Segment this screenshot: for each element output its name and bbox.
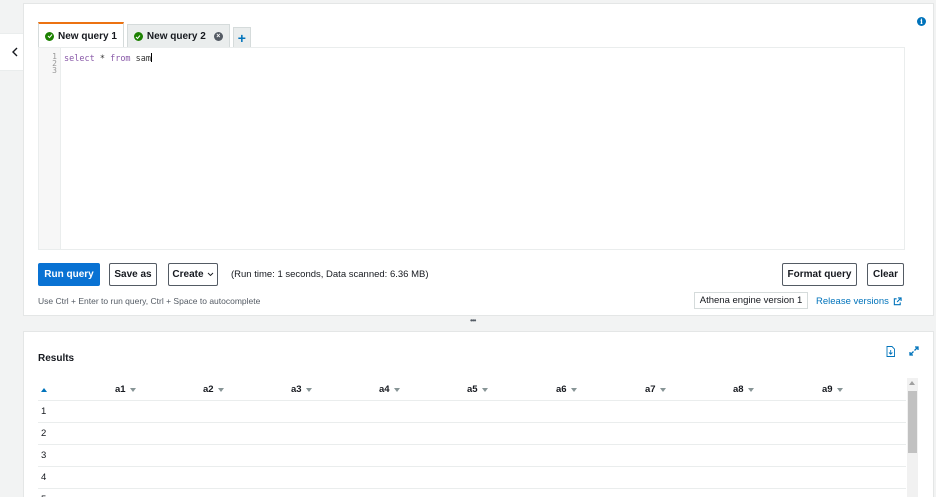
success-check-icon xyxy=(45,31,54,41)
query-editor-panel: i New query 1 New query 2 × + 1 2 3 sele… xyxy=(23,3,934,316)
code-keyword: select xyxy=(64,54,95,64)
table-header: a1 a2 a3 a4 a5 a6 a7 a8 a9 xyxy=(38,379,906,401)
tab-label: New query 1 xyxy=(58,30,117,42)
row-number: 4 xyxy=(41,472,47,483)
run-query-button[interactable]: Run query xyxy=(38,263,100,286)
sort-ascending-icon[interactable] xyxy=(41,388,47,392)
column-label: a5 xyxy=(467,384,478,395)
table-row: 4 xyxy=(38,467,906,489)
query-tabs: New query 1 New query 2 × + xyxy=(38,21,251,48)
column-label: a9 xyxy=(822,384,833,395)
column-header[interactable]: a1 xyxy=(115,384,136,395)
tab-label: New query 2 xyxy=(146,31,206,42)
keyboard-hint: Use Ctrl + Enter to run query, Ctrl + Sp… xyxy=(38,296,261,306)
results-table: a1 a2 a3 a4 a5 a6 a7 a8 a9 1 2 3 4 5 xyxy=(38,379,906,497)
clear-button[interactable]: Clear xyxy=(867,263,904,286)
tab-new-query-2[interactable]: New query 2 × xyxy=(126,24,230,48)
sort-caret-icon xyxy=(659,387,666,392)
column-header[interactable]: a3 xyxy=(291,384,312,395)
sort-caret-icon xyxy=(747,387,754,392)
editor-toolbar: Run query Save as Create (Run time: 1 se… xyxy=(38,263,905,287)
engine-version-badge: Athena engine version 1 xyxy=(694,292,808,309)
column-header[interactable]: a2 xyxy=(203,384,224,395)
sort-caret-icon xyxy=(570,387,577,392)
column-label: a3 xyxy=(291,384,302,395)
release-versions-link[interactable]: Release versions xyxy=(816,296,902,307)
row-number: 2 xyxy=(41,428,47,439)
sort-caret-icon xyxy=(481,387,488,392)
sort-caret-icon xyxy=(836,387,843,392)
column-header[interactable]: a5 xyxy=(467,384,488,395)
table-row: 2 xyxy=(38,423,906,445)
close-tab-icon[interactable]: × xyxy=(213,32,223,41)
chevron-down-icon xyxy=(207,272,213,277)
line-number: 3 xyxy=(52,66,57,75)
column-label: a6 xyxy=(556,384,567,395)
code-text: sam xyxy=(130,54,152,64)
expand-icon[interactable] xyxy=(909,346,919,356)
row-number: 3 xyxy=(41,450,47,461)
tab-new-query-1[interactable]: New query 1 xyxy=(38,22,124,48)
column-header[interactable]: a4 xyxy=(379,384,400,395)
run-stats: (Run time: 1 seconds, Data scanned: 6.36… xyxy=(231,269,429,280)
scroll-thumb[interactable] xyxy=(908,391,917,453)
format-query-button[interactable]: Format query xyxy=(782,263,857,286)
create-label: Create xyxy=(172,269,204,280)
chevron-left-icon xyxy=(11,47,17,57)
sort-caret-icon xyxy=(393,387,400,392)
column-header[interactable]: a7 xyxy=(645,384,666,395)
text-cursor xyxy=(151,53,153,62)
code-text: * xyxy=(94,54,111,64)
sort-caret-icon xyxy=(129,387,136,392)
success-check-icon xyxy=(133,32,143,41)
info-icon[interactable]: i xyxy=(917,17,926,26)
panel-resize-handle[interactable]: ••• xyxy=(470,317,476,325)
results-scrollbar[interactable] xyxy=(907,378,918,497)
column-header[interactable]: a9 xyxy=(822,384,843,395)
create-dropdown-button[interactable]: Create xyxy=(168,263,218,286)
scroll-up-arrow-icon[interactable] xyxy=(909,381,915,385)
sort-caret-icon xyxy=(305,387,312,392)
external-link-icon xyxy=(893,297,902,306)
column-label: a1 xyxy=(115,384,126,395)
download-results-icon[interactable] xyxy=(886,346,895,357)
table-row: 1 xyxy=(38,401,906,423)
results-panel: Results a1 a2 a3 a4 a5 a6 a7 a8 a9 1 2 3… xyxy=(23,331,934,497)
results-title: Results xyxy=(38,353,75,364)
release-link-label: Release versions xyxy=(816,296,889,307)
table-row: 3 xyxy=(38,445,906,467)
column-header[interactable]: a8 xyxy=(733,384,754,395)
add-tab-button[interactable]: + xyxy=(232,27,251,48)
sql-editor[interactable]: 1 2 3 select * from sam xyxy=(38,47,905,250)
code-keyword: from xyxy=(110,54,131,64)
table-row: 5 xyxy=(38,489,906,497)
column-label: a4 xyxy=(379,384,390,395)
column-header[interactable]: a6 xyxy=(556,384,577,395)
row-number: 1 xyxy=(41,406,47,417)
column-label: a7 xyxy=(645,384,656,395)
line-number-gutter: 1 2 3 xyxy=(39,48,61,249)
sort-caret-icon xyxy=(217,387,224,392)
save-as-button[interactable]: Save as xyxy=(109,263,157,286)
column-label: a8 xyxy=(733,384,744,395)
code-content[interactable]: select * from sam xyxy=(61,48,153,249)
column-label: a2 xyxy=(203,384,214,395)
